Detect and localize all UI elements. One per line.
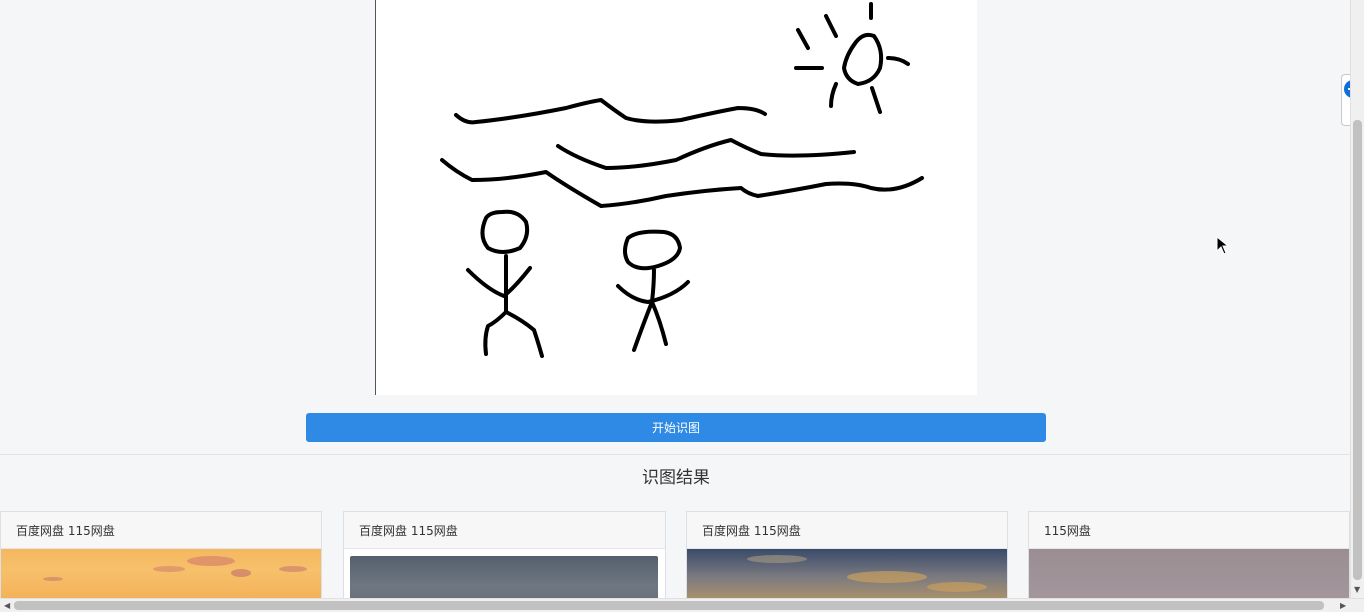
sketch-figure-body [632,268,656,352]
result-card-header: 百度网盘 115网盘 [344,512,665,549]
drawing-canvas[interactable] [375,0,977,395]
sketch-figure-body [483,254,508,356]
sketch-figure-leg [650,300,668,346]
result-card[interactable]: 百度网盘 115网盘 [343,511,666,612]
sketch-wave [454,98,767,125]
section-divider [0,454,1350,455]
vertical-scrollbar-thumb[interactable] [1353,120,1362,580]
sketch-figure-head [480,209,530,254]
result-card[interactable]: 115网盘 [1028,511,1350,612]
mouse-cursor-icon [1216,236,1230,255]
sketch-figure-arms [466,266,532,298]
arrow-down-icon[interactable]: ▼ [1354,586,1360,594]
sketch-figure-leg [504,310,544,358]
result-card[interactable]: 百度网盘 115网盘 [0,511,322,612]
sketch-drawing [440,2,924,358]
sketch-sun-ray [796,28,810,50]
sketch-wave [556,138,856,170]
sketch-sun [842,32,884,86]
result-card[interactable]: 百度网盘 115网盘 [686,511,1008,612]
sketch-sun-ray [829,82,838,108]
sketch-wave [440,158,924,208]
result-card-header: 百度网盘 115网盘 [1,512,321,549]
sketch-figure-head [623,229,682,271]
result-card-header: 115网盘 [1029,512,1349,549]
sketch-sun-ray [824,14,838,38]
arrow-left-icon[interactable]: ◀ [4,601,10,610]
vertical-scrollbar[interactable]: ▼ [1350,0,1364,598]
result-card-header: 百度网盘 115网盘 [687,512,1007,549]
sketch-sun-ray [870,86,882,114]
arrow-right-icon[interactable]: ▶ [1340,601,1346,610]
page: 开始识图 识图结果 百度网盘 115网盘 百度网盘 115网盘 百度网盘 115… [0,0,1364,612]
start-recognize-button[interactable]: 开始识图 [306,413,1046,442]
sketch-sun-ray [886,56,910,66]
results-title: 识图结果 [642,468,710,488]
horizontal-scrollbar[interactable]: ◀ ▶ [0,598,1364,612]
horizontal-scrollbar-thumb[interactable] [14,601,1324,610]
